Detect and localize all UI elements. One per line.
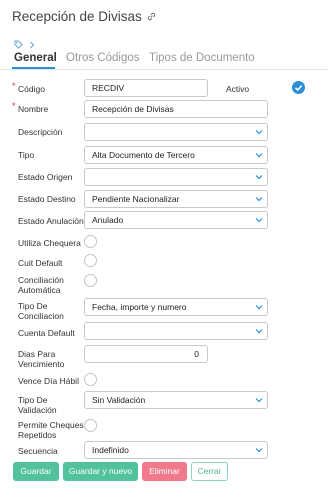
vence-dia-habil-toggle[interactable] bbox=[84, 373, 97, 386]
required-marker: * bbox=[12, 101, 16, 111]
chevron-down-icon bbox=[255, 175, 263, 180]
delete-button[interactable]: Eliminar bbox=[142, 462, 187, 481]
required-marker: * bbox=[12, 81, 16, 91]
nombre-input[interactable]: Recepción de Divisas bbox=[84, 100, 268, 118]
tipo-select[interactable]: Alta Documento de Tercero bbox=[84, 146, 268, 164]
conciliacion-automatica-toggle[interactable] bbox=[84, 274, 97, 287]
dias-vencimiento-input[interactable]: 0 bbox=[84, 345, 208, 363]
label-line: Tipo De bbox=[18, 395, 48, 405]
utiliza-chequera-toggle[interactable] bbox=[84, 235, 97, 248]
label-line: Automática bbox=[18, 285, 61, 295]
label-line: Conciliacion bbox=[18, 311, 64, 321]
chevron-down-icon bbox=[255, 197, 263, 202]
active-tab-indicator bbox=[12, 67, 55, 69]
estado-origen-label: Estado Origen bbox=[18, 172, 73, 182]
tipo-conciliacion-label: Tipo De Conciliacion bbox=[18, 301, 64, 321]
estado-origen-select[interactable] bbox=[84, 168, 268, 186]
tipo-conciliacion-value: Fecha, importe y numero bbox=[92, 302, 187, 312]
secuencia-select[interactable]: Indefinido bbox=[84, 441, 268, 459]
label-line: Conciliación bbox=[18, 275, 64, 285]
vence-dia-habil-label: Vence Día Hábil bbox=[18, 376, 79, 386]
chevron-right-icon[interactable] bbox=[29, 41, 35, 49]
tipo-validacion-value: Sin Validación bbox=[92, 395, 146, 405]
cuenta-default-select[interactable] bbox=[84, 322, 268, 340]
tab-otros-codigos[interactable]: Otros Códigos bbox=[66, 52, 140, 64]
estado-destino-value: Pendiente Nacionalizar bbox=[92, 194, 180, 204]
utiliza-chequera-label: Utiliza Chequera bbox=[18, 238, 81, 248]
secuencia-value: Indefinido bbox=[92, 445, 129, 455]
label-line: Tipo De bbox=[18, 301, 48, 311]
cuit-default-label: Cuit Default bbox=[18, 258, 63, 268]
estado-anulacion-label: Estado Anulación bbox=[18, 216, 84, 226]
tab-general[interactable]: General bbox=[14, 52, 57, 64]
estado-anulacion-select[interactable]: Anulado bbox=[84, 211, 268, 229]
codigo-input[interactable]: RECDIV bbox=[84, 79, 208, 97]
tipo-label: Tipo bbox=[18, 150, 35, 160]
chevron-down-icon bbox=[255, 305, 263, 310]
dias-vencimiento-label: Dias Para Vencimiento bbox=[18, 349, 64, 369]
chevron-down-icon bbox=[255, 448, 263, 453]
chevron-down-icon bbox=[255, 130, 263, 135]
descripcion-select[interactable] bbox=[84, 123, 268, 141]
save-button[interactable]: Guardar bbox=[13, 462, 59, 481]
tag-row bbox=[14, 40, 35, 49]
cuit-default-toggle[interactable] bbox=[84, 254, 97, 267]
estado-destino-label: Estado Destino bbox=[18, 194, 76, 204]
conciliacion-automatica-label: Conciliación Automática bbox=[18, 275, 64, 295]
cuenta-default-label: Cuenta Default bbox=[18, 328, 75, 338]
chevron-down-icon bbox=[255, 218, 263, 223]
close-button[interactable]: Cerrar bbox=[191, 462, 228, 481]
label-line: Permite Cheques bbox=[18, 420, 84, 430]
label-line: Vencimiento bbox=[18, 359, 65, 369]
label-line: Dias Para bbox=[18, 349, 56, 359]
link-icon[interactable] bbox=[146, 11, 157, 22]
page-title-text: Recepción de Divisas bbox=[12, 9, 142, 24]
estado-anulacion-value: Anulado bbox=[92, 215, 124, 225]
save-and-new-button[interactable]: Guardar y nuevo bbox=[63, 462, 138, 481]
chevron-down-icon bbox=[255, 153, 263, 158]
secuencia-label: Secuencia bbox=[18, 446, 58, 456]
chevron-down-icon bbox=[255, 329, 263, 334]
label-line: Validación bbox=[18, 405, 57, 415]
codigo-label: Código bbox=[18, 84, 45, 94]
nombre-label: Nombre bbox=[18, 104, 49, 114]
tab-tipos-de-documento[interactable]: Tipos de Documento bbox=[149, 52, 255, 64]
estado-destino-select[interactable]: Pendiente Nacionalizar bbox=[84, 190, 268, 208]
permite-cheques-repetidos-toggle[interactable] bbox=[84, 419, 97, 432]
tag-icon[interactable] bbox=[14, 40, 23, 49]
tipo-conciliacion-select[interactable]: Fecha, importe y numero bbox=[84, 298, 268, 316]
permite-cheques-repetidos-label: Permite Cheques Repetidos bbox=[18, 420, 84, 440]
tipo-value: Alta Documento de Tercero bbox=[92, 150, 195, 160]
activo-checkbox[interactable] bbox=[292, 81, 305, 94]
page-title: Recepción de Divisas bbox=[12, 9, 157, 24]
label-line: Repetidos bbox=[18, 430, 57, 440]
tipo-validacion-label: Tipo De Validación bbox=[18, 395, 57, 415]
chevron-down-icon bbox=[255, 398, 263, 403]
activo-label: Activo bbox=[226, 84, 250, 94]
tipo-validacion-select[interactable]: Sin Validación bbox=[84, 391, 268, 409]
check-icon bbox=[294, 84, 303, 92]
descripcion-label: Descripción bbox=[18, 127, 63, 137]
